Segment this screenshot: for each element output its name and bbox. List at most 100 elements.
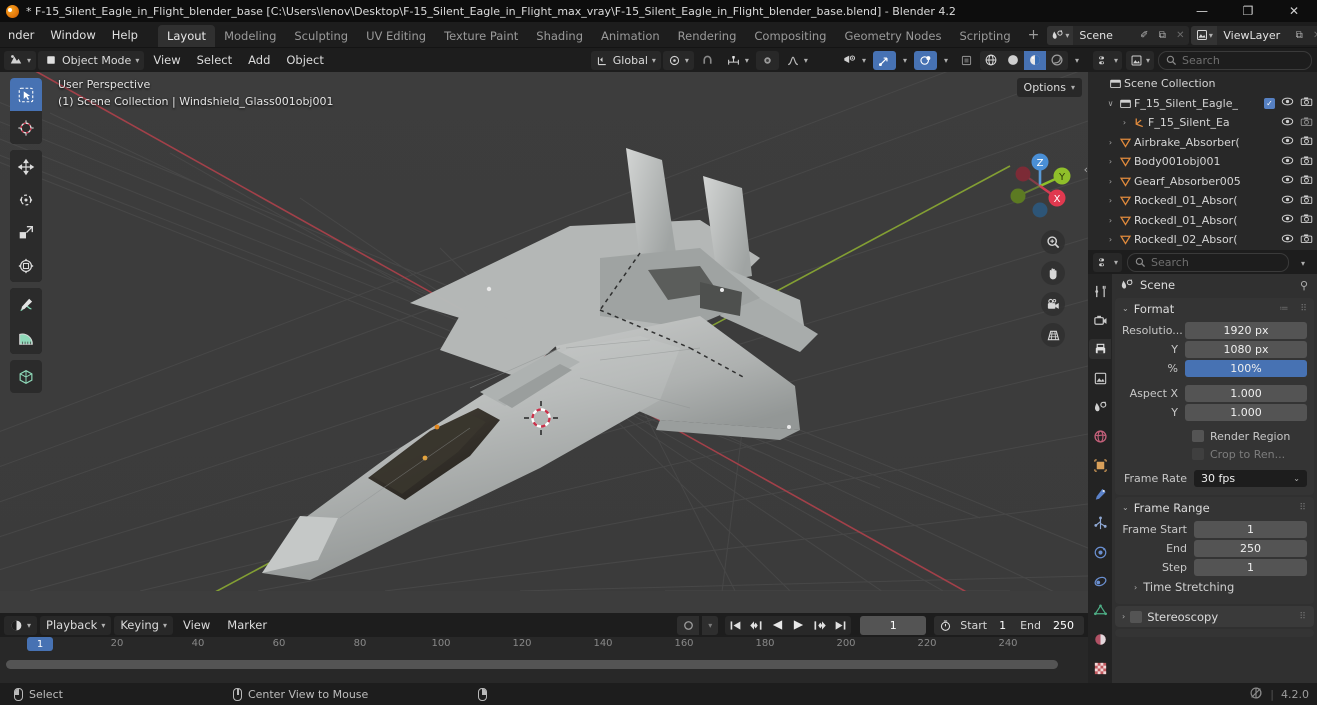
- unlink-scene-icon[interactable]: ✕: [1171, 26, 1189, 45]
- start-frame-value[interactable]: 1: [987, 619, 1016, 632]
- shading-wireframe[interactable]: [980, 51, 1002, 70]
- move-tool-button[interactable]: [10, 150, 42, 183]
- properties-search-input[interactable]: Search: [1127, 252, 1289, 272]
- maximize-button[interactable]: ❐: [1225, 0, 1271, 22]
- shading-options-dropdown[interactable]: ▾: [1070, 51, 1084, 70]
- outliner-row-empty[interactable]: › F_15_Silent_Ea: [1088, 113, 1317, 133]
- overlays-options-dropdown[interactable]: ▾: [939, 51, 953, 70]
- tab-animation[interactable]: Animation: [592, 25, 669, 47]
- annotate-tool-button[interactable]: [10, 288, 42, 321]
- shading-material-preview[interactable]: [1023, 50, 1046, 70]
- stereoscopy-panel[interactable]: › Stereoscopy ⠿: [1115, 606, 1314, 627]
- tab-physics-icon[interactable]: [1089, 542, 1111, 562]
- tab-scene-icon[interactable]: [1089, 397, 1111, 417]
- pin-scene-icon[interactable]: ✐: [1135, 26, 1153, 45]
- tab-viewlayer-icon[interactable]: [1089, 368, 1111, 388]
- tab-tool-icon[interactable]: [1089, 281, 1111, 301]
- timeline-editor-type[interactable]: ▾: [4, 615, 38, 635]
- tab-uv-editing[interactable]: UV Editing: [357, 25, 435, 47]
- pin-icon[interactable]: ⚲: [1300, 279, 1309, 292]
- crop-to-render-checkbox[interactable]: [1192, 448, 1204, 460]
- camera-view-icon[interactable]: [1041, 292, 1065, 316]
- shading-rendered[interactable]: [1046, 51, 1068, 70]
- frame-end-field[interactable]: 250: [1194, 539, 1307, 557]
- end-frame-value[interactable]: 250: [1041, 619, 1084, 632]
- editor-type-selector[interactable]: ▾: [4, 50, 37, 70]
- tab-particles-icon[interactable]: [1089, 513, 1111, 533]
- minimize-button[interactable]: —: [1179, 0, 1225, 22]
- camera-icon[interactable]: [1300, 155, 1313, 169]
- jump-to-prev-keyframe-button[interactable]: [746, 616, 767, 635]
- tab-texture-paint[interactable]: Texture Paint: [435, 25, 527, 47]
- viewlayer-selector[interactable]: ▾ ViewLayer ⧉ ✕: [1191, 25, 1317, 45]
- rotate-tool-button[interactable]: [10, 183, 42, 216]
- measure-tool-button[interactable]: [10, 321, 42, 354]
- scale-tool-button[interactable]: [10, 216, 42, 249]
- outliner-search-input[interactable]: Search: [1158, 50, 1312, 70]
- remove-viewlayer-icon[interactable]: ✕: [1308, 26, 1317, 45]
- transform-orientation-selector[interactable]: Global ▾: [590, 50, 661, 70]
- camera-icon[interactable]: [1300, 96, 1313, 110]
- tab-compositing[interactable]: Compositing: [745, 25, 835, 47]
- toggle-perspective-icon[interactable]: [1041, 323, 1065, 347]
- resolution-y-field[interactable]: 1080 px: [1185, 340, 1307, 358]
- presets-icon[interactable]: ≔: [1279, 304, 1289, 314]
- f15-aircraft-model[interactable]: [0, 48, 1088, 591]
- jump-to-next-keyframe-button[interactable]: [809, 616, 830, 635]
- eye-icon[interactable]: [1281, 135, 1294, 149]
- shading-solid[interactable]: [1002, 51, 1024, 70]
- auto-keying-options[interactable]: ▾: [702, 615, 719, 635]
- interaction-mode-selector[interactable]: Object Mode ▾: [38, 50, 145, 70]
- outliner-row-collection[interactable]: ∨ F_15_Silent_Eagle_ ✓: [1088, 94, 1317, 114]
- show-overlays-toggle[interactable]: [913, 50, 937, 70]
- tab-data-icon[interactable]: [1089, 600, 1111, 620]
- stereoscopy-panel-header[interactable]: › Stereoscopy ⠿: [1115, 606, 1314, 627]
- timeline-playhead[interactable]: 1: [27, 637, 53, 651]
- tab-geometry-nodes[interactable]: Geometry Nodes: [835, 25, 950, 47]
- gizmo-options-dropdown[interactable]: ▾: [898, 51, 912, 70]
- eye-icon[interactable]: [1281, 155, 1294, 169]
- outliner-row-mesh[interactable]: › Rockedl_01_Absor(: [1088, 191, 1317, 211]
- object-visibility-selector[interactable]: ▾: [837, 51, 871, 70]
- tab-rendering[interactable]: Rendering: [669, 25, 746, 47]
- keying-popover[interactable]: Keying ▾: [114, 615, 173, 635]
- menu-help[interactable]: Help: [104, 23, 146, 47]
- timeline-horizontal-scrollbar[interactable]: [6, 660, 1058, 669]
- current-frame-field[interactable]: 1: [860, 615, 927, 635]
- time-stretching-subpanel[interactable]: › Time Stretching: [1122, 577, 1307, 597]
- timeline-menu-marker[interactable]: Marker: [220, 616, 274, 635]
- tab-sculpting[interactable]: Sculpting: [285, 25, 357, 47]
- tab-texture-icon[interactable]: [1089, 658, 1111, 678]
- tab-shading[interactable]: Shading: [527, 25, 592, 47]
- eye-icon[interactable]: [1281, 96, 1294, 110]
- render-region-checkbox[interactable]: [1192, 430, 1204, 442]
- menu-window[interactable]: Window: [42, 23, 103, 47]
- properties-editor-type[interactable]: ▾: [1093, 252, 1123, 272]
- frame-start-field[interactable]: 1: [1194, 520, 1307, 538]
- scene-selector[interactable]: ▾ Scene ✐ ⧉ ✕: [1047, 25, 1190, 45]
- outliner-editor-type[interactable]: ▾: [1093, 50, 1123, 70]
- camera-icon[interactable]: [1300, 233, 1313, 247]
- outliner-row-mesh[interactable]: › Body001obj001: [1088, 152, 1317, 172]
- snap-magnet-toggle[interactable]: [696, 51, 719, 70]
- eye-icon[interactable]: [1281, 233, 1294, 247]
- play-reverse-button[interactable]: [767, 616, 788, 635]
- viewport-menu-view[interactable]: View: [146, 51, 187, 70]
- camera-icon[interactable]: [1300, 213, 1313, 227]
- new-scene-icon[interactable]: ⧉: [1153, 26, 1171, 45]
- xray-toggle[interactable]: [955, 51, 978, 70]
- navigation-gizmo[interactable]: Z Y X: [1002, 148, 1078, 224]
- proportional-falloff-selector[interactable]: ▾: [781, 51, 813, 70]
- viewport-options-button[interactable]: Options ▾: [1016, 78, 1082, 97]
- eye-icon[interactable]: [1281, 174, 1294, 188]
- outliner-row-mesh[interactable]: › Rockedl_02_Absor(: [1088, 230, 1317, 250]
- camera-icon[interactable]: [1300, 174, 1313, 188]
- outliner-display-mode[interactable]: ▾: [1126, 50, 1155, 70]
- snap-target-selector[interactable]: ▾: [662, 50, 694, 70]
- proportional-editing-toggle[interactable]: [755, 50, 779, 70]
- new-viewlayer-icon[interactable]: ⧉: [1290, 26, 1308, 45]
- auto-keying-toggle[interactable]: [677, 615, 700, 635]
- format-panel-header[interactable]: ⌄ Format ≔ ⠿: [1115, 298, 1314, 319]
- tweak-select-tool-button[interactable]: [10, 78, 42, 111]
- aspect-y-field[interactable]: 1.000: [1185, 403, 1307, 421]
